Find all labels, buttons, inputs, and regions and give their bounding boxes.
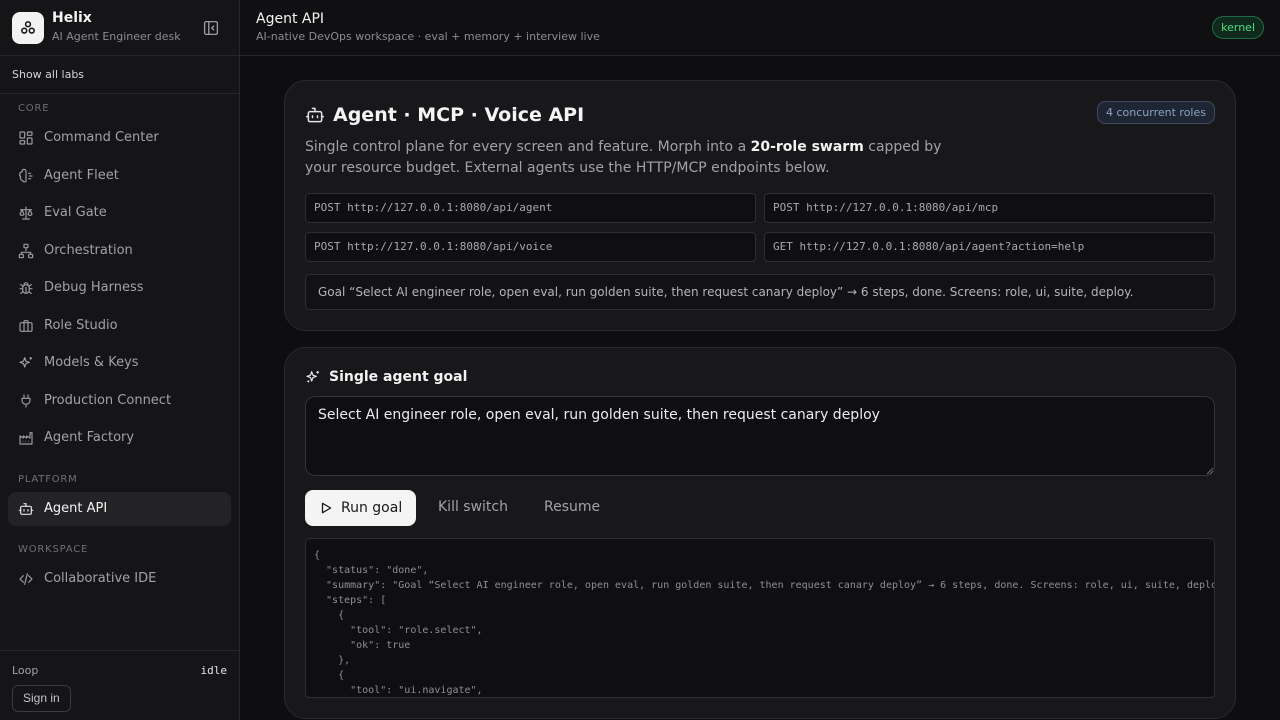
- sidebar-item-label: Agent API: [44, 501, 108, 516]
- card-title-row: Agent · MCP · Voice API: [305, 104, 584, 126]
- goal-card-header: Single agent goal: [305, 369, 467, 385]
- desc-text-start: Single control plane for every screen an…: [305, 139, 751, 155]
- endpoint-voice[interactable]: POST http://127.0.0.1:8080/api/voice: [305, 232, 756, 262]
- briefcase-icon: [18, 318, 34, 334]
- json-line: "status": "done",: [314, 565, 429, 576]
- factory-icon: [18, 430, 34, 446]
- sidebar-item-label: Collaborative IDE: [44, 571, 157, 586]
- sidebar-item-label: Production Connect: [44, 393, 172, 408]
- sidebar-item-command-center[interactable]: Command Center: [8, 121, 231, 155]
- kernel-status-badge: kernel: [1212, 16, 1264, 39]
- play-icon: [319, 501, 333, 515]
- network-icon: [18, 243, 34, 259]
- endpoint-agent[interactable]: POST http://127.0.0.1:8080/api/agent: [305, 193, 756, 223]
- plug-icon: [18, 393, 34, 409]
- sidebar-item-eval-gate[interactable]: Eval Gate: [8, 196, 231, 230]
- sidebar-item-agent-fleet[interactable]: Agent Fleet: [8, 159, 231, 193]
- json-line: },: [314, 655, 351, 666]
- endpoint-help[interactable]: GET http://127.0.0.1:8080/api/agent?acti…: [764, 232, 1215, 262]
- sidebar-item-label: Eval Gate: [44, 205, 107, 220]
- page-title: Agent API: [256, 11, 325, 27]
- sidebar-item-agent-api[interactable]: Agent API: [8, 492, 231, 526]
- code-icon: [18, 571, 34, 587]
- sidebar-item-label: Models & Keys: [44, 355, 139, 370]
- loop-label: Loop: [12, 664, 39, 677]
- brand-subtitle: AI Agent Engineer desk: [52, 30, 181, 43]
- sidebar-item-production-connect[interactable]: Production Connect: [8, 384, 231, 418]
- show-all-labs-row: Show all labs: [0, 56, 239, 94]
- sign-in-button[interactable]: Sign in: [12, 685, 71, 712]
- goal-output-json: { "status": "done", "summary": "Goal “Se…: [305, 538, 1215, 698]
- loop-status: idle: [200, 664, 228, 677]
- sidebar-item-debug-harness[interactable]: Debug Harness: [8, 271, 231, 305]
- goal-result-summary: Goal “Select AI engineer role, open eval…: [305, 274, 1215, 310]
- top-bar: Agent API AI-native DevOps workspace · e…: [240, 0, 1280, 56]
- bot-icon: [305, 105, 325, 125]
- section-label-workspace: WORKSPACE: [18, 544, 89, 555]
- sidebar-item-label: Role Studio: [44, 318, 118, 333]
- sidebar-item-orchestration[interactable]: Orchestration: [8, 234, 231, 268]
- sparkles-icon: [305, 369, 321, 385]
- run-goal-button[interactable]: Run goal: [305, 490, 416, 526]
- sidebar: Helix AI Agent Engineer desk Show all la…: [0, 0, 240, 720]
- brand-header: Helix AI Agent Engineer desk: [0, 0, 239, 56]
- bug-icon: [18, 280, 34, 296]
- scale-icon: [18, 205, 34, 221]
- sidebar-footer: Loop idle Sign in: [0, 650, 239, 720]
- sidebar-item-models-keys[interactable]: Models & Keys: [8, 346, 231, 380]
- layout-dashboard-icon: [18, 130, 34, 146]
- sidebar-item-label: Agent Fleet: [44, 168, 119, 183]
- sidebar-item-label: Orchestration: [44, 243, 133, 258]
- kill-switch-button[interactable]: Kill switch: [438, 499, 508, 515]
- json-line: "summary": "Goal “Select AI engineer rol…: [314, 580, 1215, 591]
- goal-card-title: Single agent goal: [329, 369, 468, 385]
- sidebar-item-collaborative-ide[interactable]: Collaborative IDE: [8, 562, 231, 596]
- resume-button[interactable]: Resume: [544, 499, 600, 515]
- json-line: {: [314, 550, 321, 561]
- card-title: Agent · MCP · Voice API: [333, 104, 585, 126]
- section-label-platform: PLATFORM: [18, 474, 78, 485]
- single-agent-goal-card: Single agent goal Select AI engineer rol…: [284, 347, 1236, 719]
- brand-name: Helix: [52, 10, 92, 26]
- section-label-core: CORE: [18, 103, 50, 114]
- resize-handle-icon[interactable]: [1206, 467, 1214, 475]
- goal-input[interactable]: Select AI engineer role, open eval, run …: [305, 396, 1215, 476]
- sidebar-item-role-studio[interactable]: Role Studio: [8, 309, 231, 343]
- show-all-labs-link[interactable]: Show all labs: [12, 68, 84, 81]
- sidebar-item-label: Agent Factory: [44, 430, 135, 445]
- brain-icon: [18, 168, 34, 184]
- helix-logo-icon: [12, 12, 44, 44]
- sidebar-item-label: Debug Harness: [44, 280, 144, 295]
- bot-icon: [18, 501, 34, 517]
- sidebar-item-agent-factory[interactable]: Agent Factory: [8, 421, 231, 455]
- json-line: {: [314, 610, 345, 621]
- sparkles-icon: [18, 355, 34, 371]
- concurrent-roles-badge: 4 concurrent roles: [1097, 101, 1215, 124]
- page-subtitle: AI-native DevOps workspace · eval + memo…: [256, 30, 600, 43]
- run-goal-label: Run goal: [341, 500, 403, 516]
- json-line: "tool": "ui.navigate",: [314, 685, 483, 696]
- json-line: {: [314, 670, 345, 681]
- card-description: Single control plane for every screen an…: [305, 137, 965, 179]
- json-line: "tool": "role.select",: [314, 625, 483, 636]
- desc-highlight: 20-role swarm: [750, 139, 864, 155]
- agent-api-card: Agent · MCP · Voice API 4 concurrent rol…: [284, 80, 1236, 331]
- json-line: "ok": true: [314, 640, 411, 651]
- collapse-sidebar-icon[interactable]: [202, 19, 220, 37]
- endpoint-mcp[interactable]: POST http://127.0.0.1:8080/api/mcp: [764, 193, 1215, 223]
- sidebar-item-label: Command Center: [44, 130, 159, 145]
- json-line: "steps": [: [314, 595, 387, 606]
